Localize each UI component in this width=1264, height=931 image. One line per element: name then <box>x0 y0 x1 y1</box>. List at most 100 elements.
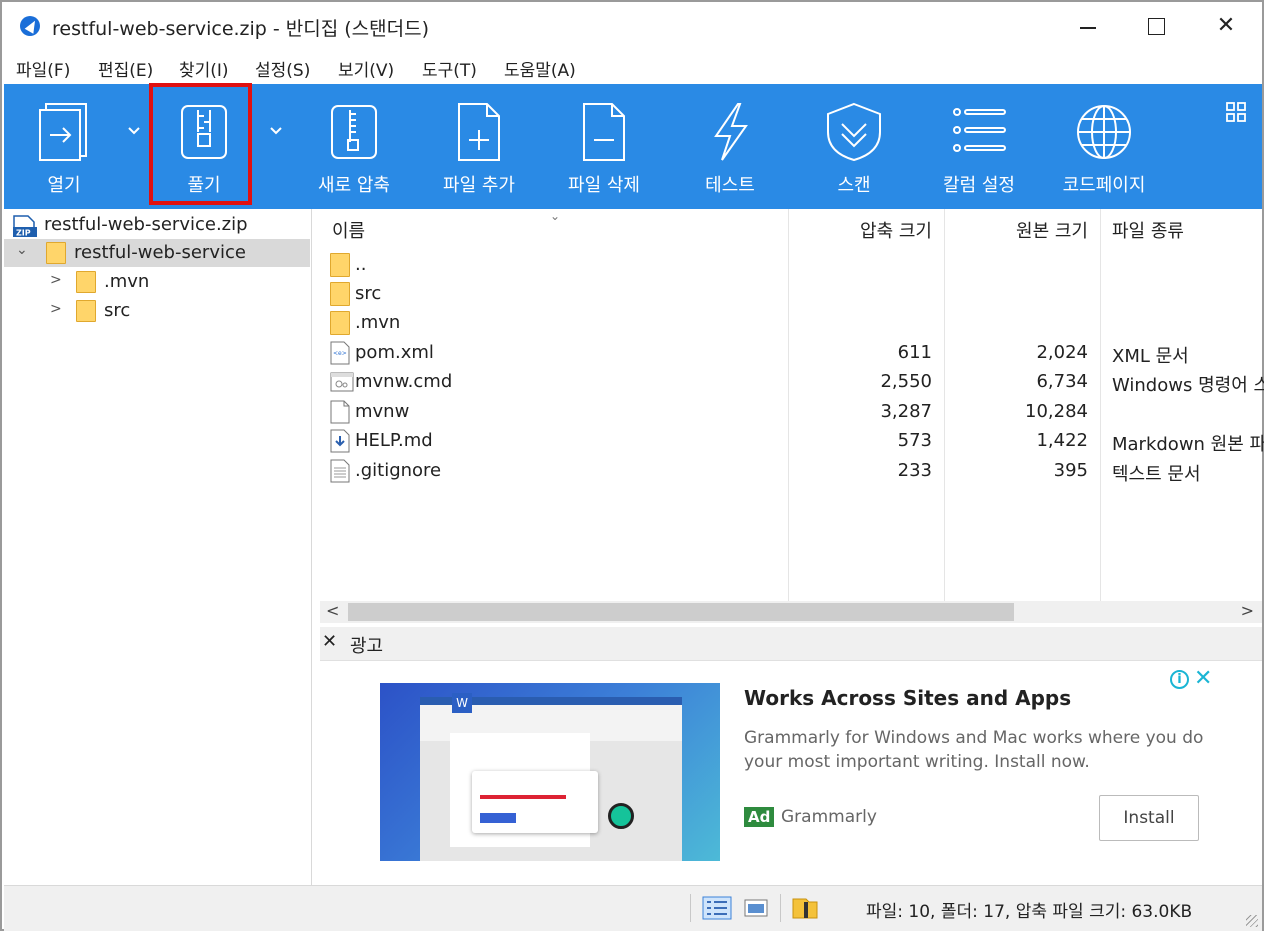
menu-find[interactable]: 찾기(I) <box>179 56 229 81</box>
maximize-button[interactable] <box>1132 8 1180 44</box>
folder-icon <box>330 311 350 335</box>
menu-tools[interactable]: 도구(T) <box>422 56 477 81</box>
horizontal-scrollbar[interactable]: < > <box>320 601 1262 623</box>
markdown-file-icon <box>330 429 350 453</box>
zip-archive-icon: ZIP <box>13 215 37 238</box>
ad-image[interactable]: W <box>380 683 720 861</box>
file-original-size: 395 <box>1053 460 1088 481</box>
column-settings-button[interactable]: 칼럼 설정 <box>929 84 1029 209</box>
ad-panel: W Works Across Sites and Apps Grammarly … <box>320 662 1262 885</box>
sort-arrow-icon: ⌄ <box>550 209 561 223</box>
scroll-left-arrow-icon[interactable]: < <box>326 601 339 620</box>
file-row[interactable]: HELP.md 573 1,422 Markdown 원본 파 <box>320 427 1264 457</box>
column-header-packed[interactable]: 압축 크기 <box>860 217 932 243</box>
file-packed-size: 3,287 <box>880 401 932 422</box>
tree-archive-label: restful-web-service.zip <box>44 214 248 235</box>
close-button[interactable]: ✕ <box>1202 8 1250 44</box>
tree-item-mvn[interactable]: > .mvn <box>4 268 310 296</box>
file-packed-size: 2,550 <box>880 371 932 392</box>
thumbnail-view-icon[interactable] <box>742 896 772 920</box>
file-row[interactable]: mvnw.cmd 2,550 6,734 Windows 명령어 스 <box>320 368 1264 398</box>
file-name: mvnw.cmd <box>355 371 453 392</box>
extract-highlight-box <box>149 83 252 205</box>
test-button[interactable]: 테스트 <box>680 84 780 209</box>
folder-tree: ZIP restful-web-service.zip ⌄ restful-we… <box>4 209 312 885</box>
menu-settings[interactable]: 설정(S) <box>255 56 310 81</box>
delete-files-label: 파일 삭제 <box>568 175 640 196</box>
file-row[interactable]: .gitignore 233 395 텍스트 문서 <box>320 457 1262 487</box>
chevron-right-icon[interactable]: > <box>50 272 62 288</box>
scrollbar-thumb[interactable] <box>348 603 1014 621</box>
blank-file-icon <box>330 400 350 424</box>
tree-root-folder-label: restful-web-service <box>74 242 246 263</box>
resize-grip-icon[interactable] <box>1246 915 1258 927</box>
cmd-file-icon <box>330 372 354 392</box>
status-bar: 파일: 10, 폴더: 17, 압축 파일 크기: 63.0KB <box>4 885 1262 931</box>
ad-title[interactable]: Works Across Sites and Apps <box>744 686 1071 710</box>
delete-file-icon <box>583 103 625 161</box>
text-file-icon <box>330 459 350 483</box>
folder-icon <box>76 300 96 322</box>
close-ad-icon[interactable]: ✕ <box>322 631 337 652</box>
open-button[interactable]: 열기 <box>24 84 104 209</box>
chevron-down-icon[interactable]: ⌄ <box>16 242 28 258</box>
layout-grid-icon[interactable] <box>1226 102 1246 122</box>
column-header-type[interactable]: 파일 종류 <box>1112 217 1184 243</box>
open-dropdown-icon[interactable] <box>126 122 142 138</box>
install-button[interactable]: Install <box>1099 795 1199 841</box>
delete-files-button[interactable]: 파일 삭제 <box>554 84 654 209</box>
file-row[interactable]: .mvn <box>320 309 1262 339</box>
file-name: mvnw <box>355 401 410 422</box>
column-header-name[interactable]: 이름 <box>332 217 365 243</box>
extract-dropdown-icon[interactable] <box>268 122 284 138</box>
scroll-right-arrow-icon[interactable]: > <box>1241 601 1254 620</box>
shield-icon <box>827 102 881 162</box>
chevron-right-icon[interactable]: > <box>50 301 62 317</box>
file-original-size: 6,734 <box>1036 371 1088 392</box>
ad-brand[interactable]: Grammarly <box>781 807 877 827</box>
app-window: restful-web-service.zip - 반디집 (스탠더드) ✕ 파… <box>0 0 1264 931</box>
file-name: .mvn <box>355 312 401 333</box>
tree-item-archive[interactable]: ZIP restful-web-service.zip <box>4 211 310 239</box>
folder-icon <box>46 242 66 264</box>
add-files-label: 파일 추가 <box>443 175 515 196</box>
file-row[interactable]: mvnw 3,287 10,284 <box>320 398 1262 428</box>
menu-edit[interactable]: 편집(E) <box>98 56 153 81</box>
file-row[interactable]: <e> pom.xml 611 2,024 XML 문서 <box>320 339 1262 369</box>
add-files-button[interactable]: 파일 추가 <box>429 84 529 209</box>
svg-text:ZIP: ZIP <box>16 229 31 238</box>
new-archive-label: 새로 압축 <box>318 175 390 196</box>
info-icon[interactable]: i <box>1170 670 1189 689</box>
open-icon <box>39 103 87 161</box>
folder-icon <box>330 253 350 277</box>
ad-close-icon[interactable]: ✕ <box>1194 666 1212 691</box>
add-file-icon <box>458 103 500 161</box>
file-name: src <box>355 283 382 304</box>
file-type: XML 문서 <box>1112 346 1189 367</box>
file-original-size: 2,024 <box>1036 342 1088 363</box>
ad-description: Grammarly for Windows and Mac works wher… <box>744 728 1204 772</box>
menu-bar: 파일(F) 편집(E) 찾기(I) 설정(S) 보기(V) 도구(T) 도움말(… <box>2 52 1262 82</box>
menu-help[interactable]: 도움말(A) <box>504 56 576 81</box>
open-label: 열기 <box>47 175 81 196</box>
tree-item-root-folder[interactable]: ⌄ restful-web-service <box>4 239 310 267</box>
file-row[interactable]: .. <box>320 251 1262 281</box>
ad-panel-header: ✕ 광고 <box>320 627 1262 661</box>
menu-file[interactable]: 파일(F) <box>16 56 70 81</box>
menu-view[interactable]: 보기(V) <box>338 56 394 81</box>
window-title: restful-web-service.zip - 반디집 (스탠더드) <box>52 18 430 40</box>
file-row[interactable]: src <box>320 280 1262 310</box>
ad-badge: Ad <box>744 807 775 827</box>
bandizip-logo-icon <box>20 16 40 36</box>
details-view-icon[interactable] <box>702 896 732 920</box>
scan-button[interactable]: 스캔 <box>804 84 904 209</box>
codepage-button[interactable]: 코드페이지 <box>1054 84 1154 209</box>
test-label: 테스트 <box>705 175 755 196</box>
codepage-label: 코드페이지 <box>1062 175 1146 196</box>
status-summary: 파일: 10, 폴더: 17, 압축 파일 크기: 63.0KB <box>866 902 1193 922</box>
archive-folder-icon[interactable] <box>790 896 820 920</box>
new-archive-button[interactable]: 새로 압축 <box>304 84 404 209</box>
tree-item-src[interactable]: > src <box>4 297 310 325</box>
column-header-original[interactable]: 원본 크기 <box>1016 217 1088 243</box>
minimize-button[interactable] <box>1064 8 1112 44</box>
